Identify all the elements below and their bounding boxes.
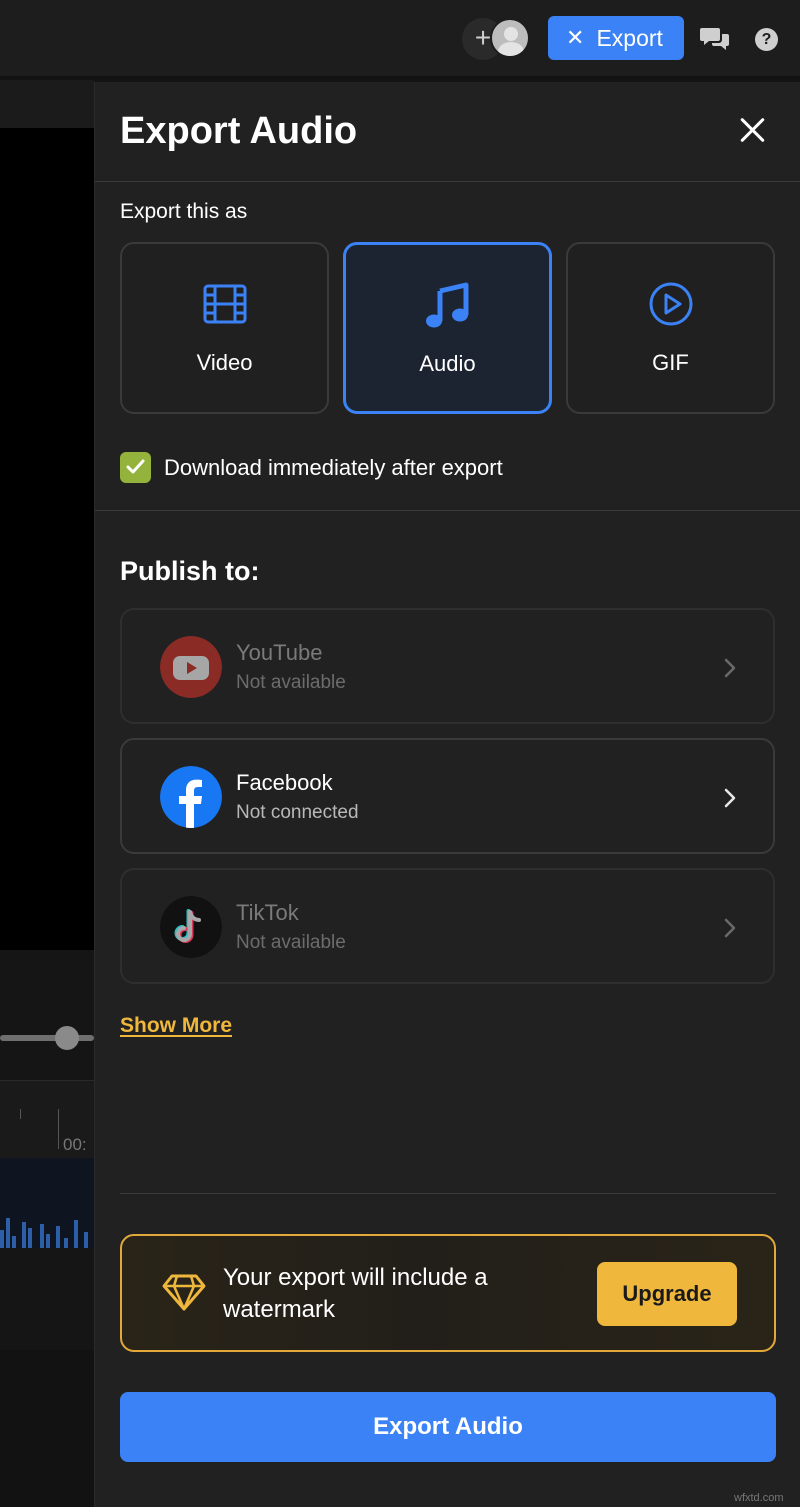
play-circle-icon: [649, 282, 692, 326]
help-icon[interactable]: ?: [755, 28, 778, 51]
export-toggle-label: Export: [596, 24, 663, 51]
zoom-slider-handle[interactable]: [55, 1026, 79, 1050]
editor-toolbar-strip: [0, 80, 94, 128]
close-panel-button[interactable]: [735, 112, 771, 148]
top-bar: + ✕ Export ?: [0, 0, 800, 78]
format-label: Audio: [419, 351, 476, 376]
youtube-icon: [160, 636, 222, 698]
film-icon: [203, 284, 246, 324]
chevron-right-icon: [724, 658, 736, 678]
export-toggle-button[interactable]: ✕ Export: [548, 16, 684, 60]
publish-target-name: Facebook: [236, 770, 333, 795]
divider: [95, 510, 800, 511]
divider: [95, 181, 800, 182]
format-option-video[interactable]: Video: [120, 242, 329, 414]
publish-target-tiktok[interactable]: TikTok Not available: [120, 868, 775, 984]
show-more-link[interactable]: Show More: [120, 1014, 232, 1038]
music-note-icon: [425, 282, 468, 328]
watermark-text: Your export will include a watermark: [223, 1264, 488, 1323]
chevron-right-icon: [724, 918, 736, 938]
panel-title: Export Audio: [120, 110, 358, 152]
format-label: Video: [196, 350, 253, 375]
plus-icon: +: [474, 22, 492, 53]
editor-controls-area: [0, 950, 94, 1080]
video-preview: [0, 128, 94, 950]
watermark-notice: Your export will include a watermark Upg…: [120, 1234, 776, 1352]
chevron-right-icon: [724, 788, 736, 808]
export-as-label: Export this as: [120, 200, 248, 223]
editor-bottom-area-lower: [0, 1350, 94, 1507]
site-watermark: wfxtd.com: [734, 1492, 784, 1504]
export-panel: Export Audio Export this as Video Audio: [94, 82, 800, 1507]
publish-target-status: Not connected: [236, 802, 359, 823]
checkmark-icon: [126, 459, 145, 474]
publish-target-facebook[interactable]: Facebook Not connected: [120, 738, 775, 854]
publish-target-name: YouTube: [236, 640, 323, 665]
audio-waveform: [0, 1158, 94, 1248]
publish-target-status: Not available: [236, 932, 346, 953]
publish-target-status: Not available: [236, 672, 346, 693]
export-audio-button[interactable]: Export Audio: [120, 1392, 776, 1462]
divider: [120, 1193, 776, 1194]
format-option-gif[interactable]: GIF: [566, 242, 775, 414]
timeline-ruler: 00:: [0, 1080, 94, 1158]
avatar[interactable]: [490, 18, 530, 58]
timeline-time-label: 00:: [63, 1135, 87, 1154]
format-option-audio[interactable]: Audio: [343, 242, 552, 414]
chat-bubbles-icon[interactable]: [700, 26, 730, 52]
zoom-slider-track[interactable]: [0, 1035, 94, 1041]
upgrade-button[interactable]: Upgrade: [597, 1262, 737, 1326]
download-checkbox-label[interactable]: Download immediately after export: [164, 455, 503, 481]
format-label: GIF: [652, 350, 689, 375]
publish-target-youtube[interactable]: YouTube Not available: [120, 608, 775, 724]
publish-target-name: TikTok: [236, 900, 299, 925]
publish-title: Publish to:: [120, 556, 260, 586]
download-checkbox[interactable]: [120, 452, 151, 483]
facebook-icon: [160, 766, 222, 828]
diamond-icon: [162, 1274, 206, 1311]
close-icon: ✕: [566, 25, 585, 50]
tiktok-icon: [160, 896, 222, 958]
